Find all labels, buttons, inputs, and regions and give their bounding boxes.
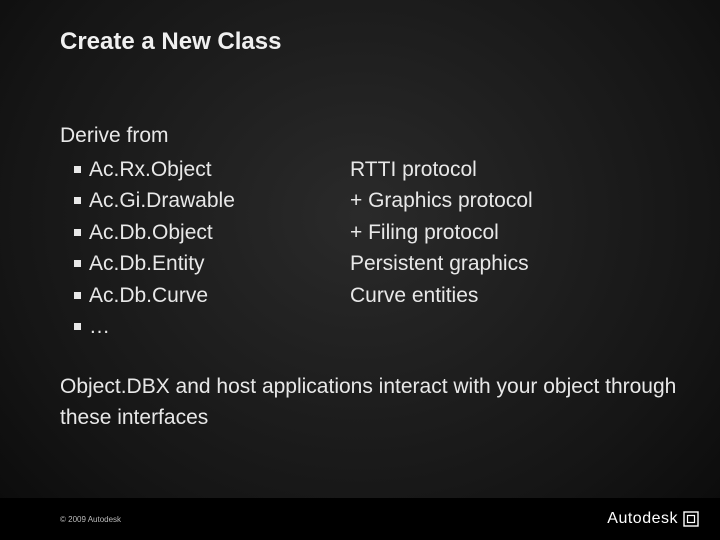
slide-title: Create a New Class [60,28,281,56]
list-item-label: Ac.Db.Entity [89,248,205,280]
bullet-icon [74,197,81,204]
derive-columns: Ac.Rx.Object Ac.Gi.Drawable Ac.Db.Object… [60,154,680,343]
derive-list: Ac.Rx.Object Ac.Gi.Drawable Ac.Db.Object… [60,154,350,343]
copyright: © 2009 Autodesk [60,515,121,524]
list-item-desc: RTTI protocol [350,154,680,186]
logo-text: Autodesk [607,510,678,528]
list-item-label: Ac.Rx.Object [89,154,212,186]
list-item-label: Ac.Db.Curve [89,280,208,312]
footer: © 2009 Autodesk Autodesk [0,498,720,540]
bullet-icon [74,229,81,236]
list-item-desc: + Graphics protocol [350,185,680,217]
list-item-label: Ac.Db.Object [89,217,213,249]
bullet-icon [74,323,81,330]
derive-descriptions: RTTI protocol + Graphics protocol + Fili… [350,154,680,343]
bullet-icon [74,166,81,173]
list-item-desc: + Filing protocol [350,217,680,249]
list-item: Ac.Rx.Object [60,154,350,186]
slide: Create a New Class Derive from Ac.Rx.Obj… [0,0,720,540]
bullet-icon [74,260,81,267]
list-item-desc: Curve entities [350,280,680,312]
list-item: Ac.Gi.Drawable [60,185,350,217]
list-item-label: Ac.Gi.Drawable [89,185,235,217]
list-item-desc: Persistent graphics [350,248,680,280]
list-item: Ac.Db.Entity [60,248,350,280]
bullet-icon [74,292,81,299]
list-item-label: … [89,311,110,343]
logo-icon [682,510,700,528]
derive-intro: Derive from [60,120,680,152]
autodesk-logo: Autodesk [607,510,700,528]
closing-text: Object.DBX and host applications interac… [60,371,680,434]
list-item: Ac.Db.Curve [60,280,350,312]
list-item: … [60,311,350,343]
list-item: Ac.Db.Object [60,217,350,249]
slide-body: Derive from Ac.Rx.Object Ac.Gi.Drawable … [60,120,680,434]
